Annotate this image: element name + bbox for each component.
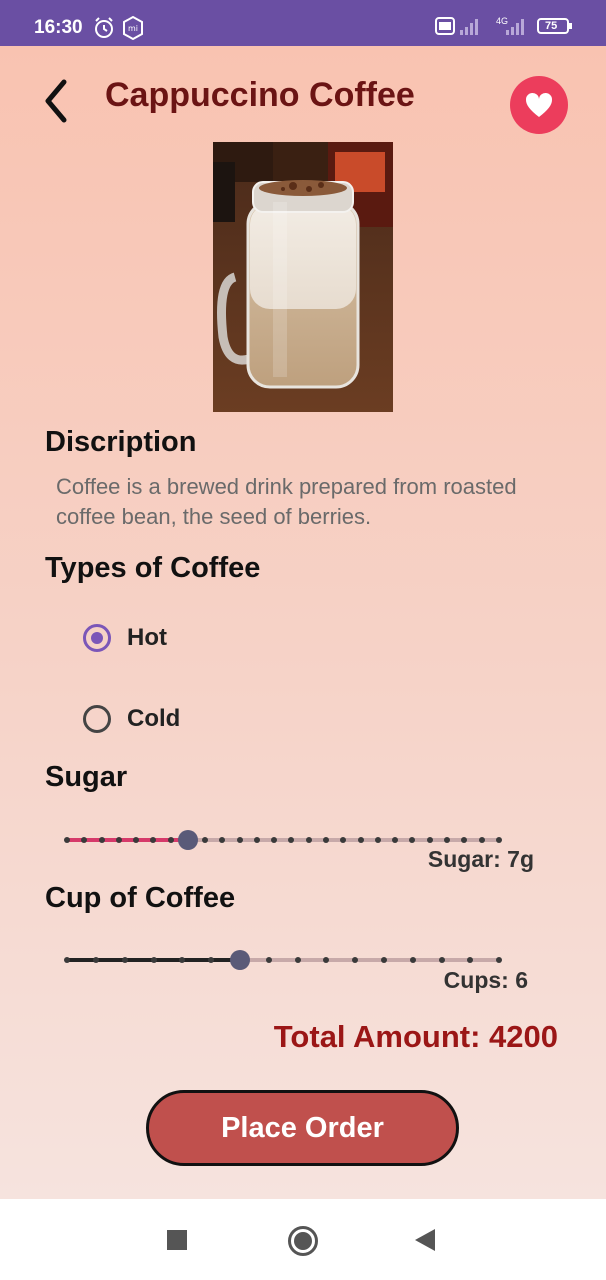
signal-icon-2 bbox=[506, 19, 524, 35]
back-arrow-icon[interactable] bbox=[38, 76, 78, 126]
sugar-heading: Sugar bbox=[45, 761, 128, 793]
cups-value: Cups: 6 bbox=[443, 967, 528, 993]
back-icon[interactable] bbox=[415, 1229, 435, 1251]
page-title: Cappuccino Coffee bbox=[105, 76, 415, 114]
battery-level: 75 bbox=[545, 20, 558, 32]
battery-icon: 75 bbox=[537, 18, 569, 34]
radio-option-hot[interactable]: Hot bbox=[83, 624, 167, 652]
recents-icon[interactable] bbox=[167, 1230, 187, 1250]
home-icon[interactable] bbox=[287, 1225, 319, 1257]
radio-checked-icon[interactable] bbox=[83, 624, 111, 652]
volte-icon bbox=[435, 17, 455, 35]
favorite-button[interactable] bbox=[510, 76, 568, 134]
status-time: 16:30 bbox=[34, 17, 83, 38]
radio-unchecked-icon[interactable] bbox=[83, 705, 111, 733]
radio-label-cold: Cold bbox=[127, 705, 181, 732]
total-amount: Total Amount: 4200 bbox=[273, 1019, 558, 1054]
svg-text:mi: mi bbox=[128, 24, 138, 33]
description-heading: Discription bbox=[45, 426, 197, 458]
alarm-icon bbox=[95, 17, 113, 38]
navigation-bar bbox=[0, 1199, 606, 1280]
status-bar: 16:30 mi 4G 75 bbox=[0, 0, 606, 46]
radio-label-hot: Hot bbox=[127, 624, 167, 651]
app-screen: Cappuccino Coffee Discription Coffee is … bbox=[0, 46, 606, 1199]
description-text: Coffee is a brewed drink prepared from r… bbox=[56, 474, 517, 529]
sugar-value: Sugar: 7g bbox=[427, 846, 534, 872]
signal-icon-1 bbox=[460, 19, 478, 35]
types-heading: Types of Coffee bbox=[45, 552, 261, 584]
sugar-slider-thumb bbox=[178, 830, 198, 850]
radio-option-cold[interactable]: Cold bbox=[83, 705, 180, 733]
place-order-button[interactable]: Place Order bbox=[146, 1090, 459, 1166]
mi-icon: mi bbox=[123, 16, 143, 40]
coffee-image bbox=[213, 142, 393, 412]
cups-heading: Cup of Coffee bbox=[45, 882, 236, 914]
cups-slider-thumb bbox=[230, 950, 250, 970]
heart-icon bbox=[525, 92, 553, 117]
